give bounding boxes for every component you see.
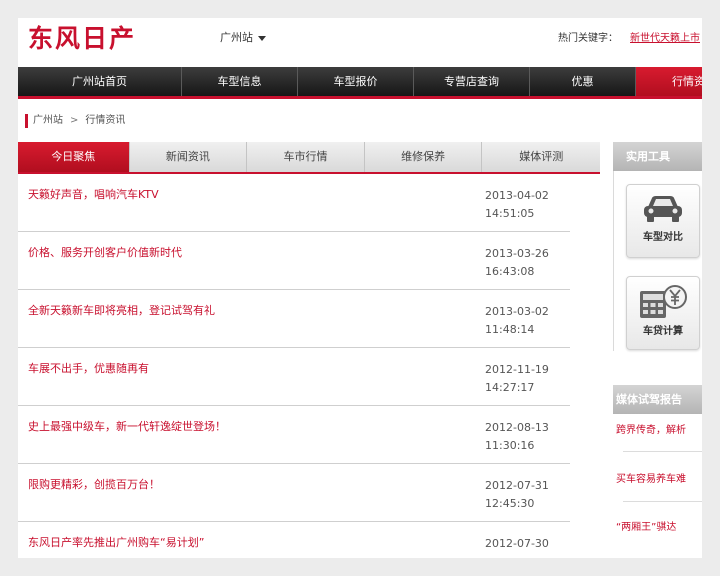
- car-icon: [644, 196, 682, 222]
- nav-item-news[interactable]: 行情资讯: [636, 67, 702, 96]
- list-item: 史上最强中级车，新一代轩逸绽世登场！ 2012-08-13 11:30:16: [18, 406, 570, 464]
- list-item: 天籁好声音，唱响汽车KTV 2013-04-02 14:51:05: [18, 174, 570, 232]
- news-time: 14:27:17: [485, 381, 535, 394]
- tools-panel: 车型对比 车贷计算: [613, 171, 702, 351]
- breadcrumb-current: 行情资讯: [85, 115, 126, 126]
- news-time: 11:48:14: [485, 323, 535, 336]
- news-date: 2013-04-02: [485, 189, 549, 202]
- breadcrumb-home-link[interactable]: 广州站: [33, 115, 63, 126]
- news-time: 12:45:30: [485, 497, 535, 510]
- compare-models-button[interactable]: 车型对比: [626, 184, 700, 258]
- news-title-link[interactable]: 史上最强中级车，新一代轩逸绽世登场！: [28, 418, 226, 434]
- page: 东风日产 广州站 热门关键字： 新世代天籁上市 广州站首页 车型信息 车型报价 …: [18, 18, 702, 558]
- news-time: 16:43:08: [485, 265, 535, 278]
- list-item: 限购更精彩，创揽百万台！ 2012-07-31 12:45:30: [18, 464, 570, 522]
- city-selector[interactable]: 广州站: [220, 29, 266, 45]
- calculator-yen-icon: [640, 285, 687, 318]
- news-time: 11:30:16: [485, 439, 535, 452]
- news-date: 2013-03-26: [485, 247, 549, 260]
- city-selector-label: 广州站: [220, 31, 253, 44]
- nav-item-dealers[interactable]: 专营店查询: [414, 67, 530, 96]
- divider: [623, 501, 702, 502]
- media-review-link[interactable]: 买车容易养车难: [616, 470, 702, 485]
- nav-item-home[interactable]: 广州站首页: [18, 67, 182, 96]
- media-review-link[interactable]: “两厢王”骐达: [616, 518, 702, 533]
- news-date: 2012-07-30: [485, 537, 549, 550]
- breadcrumb: 广州站 > 行情资讯: [25, 114, 125, 128]
- list-item: 车展不出手，优惠随再有 2012-11-19 14:27:17: [18, 348, 570, 406]
- tools-panel-title: 实用工具: [613, 142, 702, 171]
- hot-keywords-label: 热门关键字：: [558, 33, 618, 44]
- news-title-link[interactable]: 东风日产率先推出广州购车“易计划”: [28, 534, 204, 550]
- caret-down-icon: [258, 35, 266, 41]
- news-date: 2012-08-13: [485, 421, 549, 434]
- loan-calculator-button[interactable]: 车贷计算: [626, 276, 700, 350]
- news-title-link[interactable]: 价格、服务开创客户价值新时代: [28, 244, 182, 260]
- news-title-link[interactable]: 车展不出手，优惠随再有: [28, 360, 149, 376]
- hot-keyword-link[interactable]: 新世代天籁上市: [630, 29, 700, 44]
- nav-item-models[interactable]: 车型信息: [182, 67, 298, 96]
- news-tabs: 今日聚焦 新闻资讯 车市行情 维修保养 媒体评测: [18, 142, 600, 174]
- tab-news[interactable]: 新闻资讯: [130, 142, 248, 172]
- list-item: 全新天籁新车即将亮相，登记试驾有礼 2013-03-02 11:48:14: [18, 290, 570, 348]
- tab-maintenance[interactable]: 维修保养: [365, 142, 483, 172]
- media-review-link[interactable]: 跨界传奇，解析: [616, 421, 702, 436]
- news-date: 2013-03-02: [485, 305, 549, 318]
- site-header: 东风日产 广州站 热门关键字： 新世代天籁上市: [18, 18, 702, 66]
- tab-media-review[interactable]: 媒体评测: [482, 142, 600, 172]
- tab-market[interactable]: 车市行情: [247, 142, 365, 172]
- nav-item-prices[interactable]: 车型报价: [298, 67, 414, 96]
- brand-logo[interactable]: 东风日产: [28, 23, 136, 55]
- news-list: 天籁好声音，唱响汽车KTV 2013-04-02 14:51:05 价格、服务开…: [18, 174, 600, 558]
- news-title-link[interactable]: 限购更精彩，创揽百万台！: [28, 476, 160, 492]
- divider: [623, 451, 702, 452]
- media-panel-title: 媒体试驾报告: [613, 385, 702, 414]
- news-date: 2012-11-19: [485, 363, 549, 376]
- news-date: 2012-07-31: [485, 479, 549, 492]
- news-time: 14:51:05: [485, 207, 535, 220]
- breadcrumb-separator: >: [70, 115, 79, 126]
- list-item: 价格、服务开创客户价值新时代 2013-03-26 16:43:08: [18, 232, 570, 290]
- list-item: 东风日产率先推出广州购车“易计划” 2012-07-30: [18, 522, 570, 558]
- nav-item-offers[interactable]: 优惠: [530, 67, 636, 96]
- news-title-link[interactable]: 全新天籁新车即将亮相，登记试驾有礼: [28, 302, 215, 318]
- news-title-link[interactable]: 天籁好声音，唱响汽车KTV: [28, 186, 159, 202]
- loan-calculator-label: 车贷计算: [643, 326, 683, 337]
- main-nav: 广州站首页 车型信息 车型报价 专营店查询 优惠 行情资讯: [18, 67, 702, 99]
- tab-today-focus[interactable]: 今日聚焦: [18, 142, 130, 172]
- compare-models-label: 车型对比: [643, 232, 683, 243]
